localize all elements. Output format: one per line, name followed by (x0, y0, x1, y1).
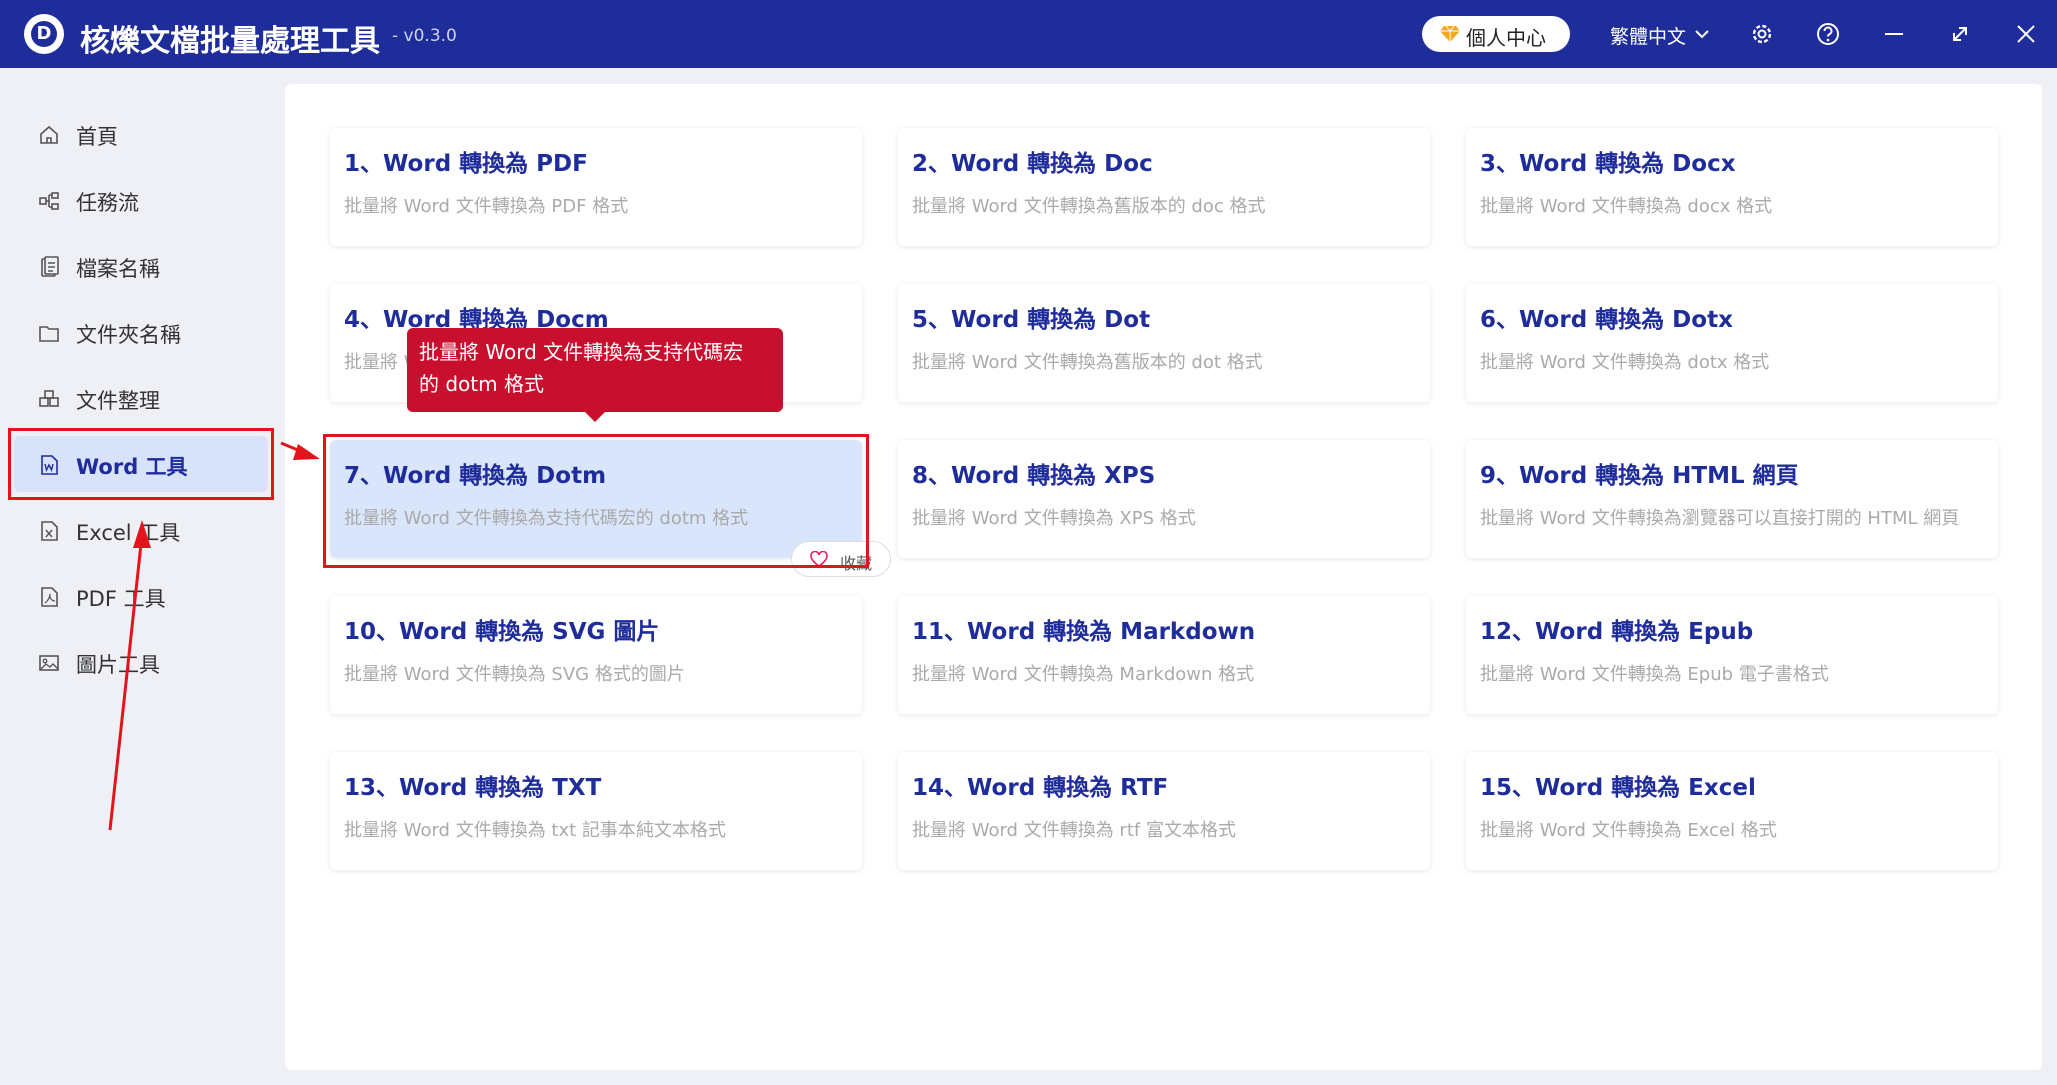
annotation-arrows (108, 441, 320, 831)
